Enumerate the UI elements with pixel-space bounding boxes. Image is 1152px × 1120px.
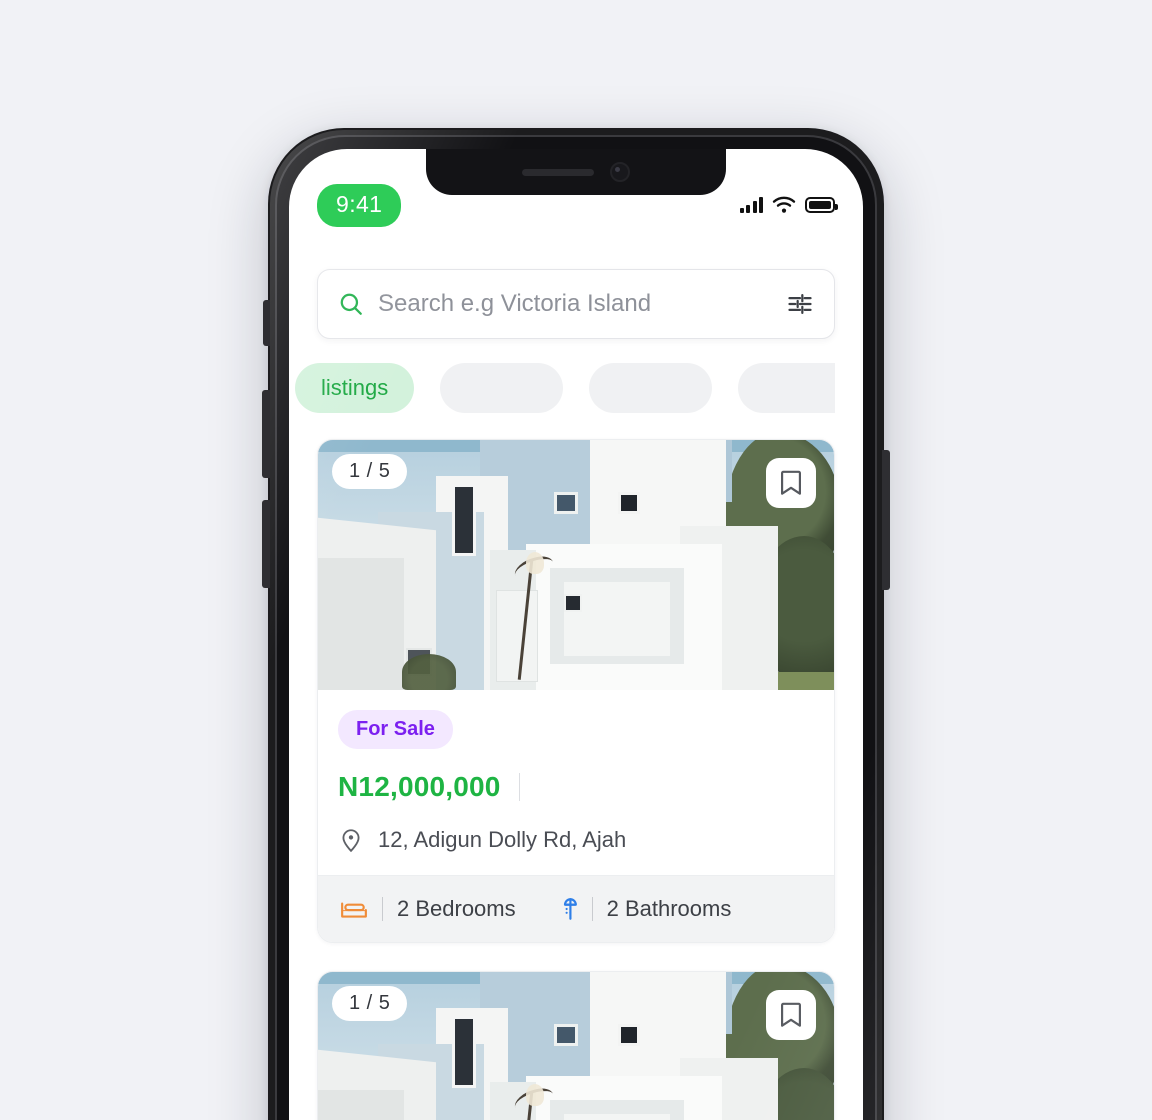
listings-list: 1 / 5 For Sale N12,000,000 12, Adigun Do… [289, 413, 863, 1120]
shower-icon [563, 898, 577, 920]
map-pin-icon [342, 829, 360, 853]
status-badge: For Sale [338, 710, 453, 749]
filter-sliders-icon[interactable] [776, 290, 814, 318]
earpiece-speaker-icon [522, 168, 594, 176]
filter-chip-2[interactable] [440, 363, 564, 413]
listing-address: 12, Adigun Dolly Rd, Ajah [378, 827, 627, 852]
bookmark-icon [781, 1002, 801, 1027]
price-divider [518, 773, 520, 801]
phone-device-frame: 9:41 Search e.g Victoria Island listings… [262, 128, 890, 1120]
wifi-icon [772, 196, 796, 213]
search-input[interactable] [364, 290, 776, 318]
listing-photo[interactable]: 1 / 5 [318, 440, 834, 690]
status-time: 9:41 [317, 183, 402, 227]
filter-chip-4[interactable] [738, 363, 835, 413]
bed-icon [341, 902, 367, 918]
bedrooms-label: 2 Bedrooms [397, 896, 516, 921]
save-listing-button[interactable] [766, 458, 816, 508]
search-section: listings [289, 241, 863, 413]
filter-chip-3[interactable] [589, 363, 713, 413]
filter-chip-label: listings [321, 375, 389, 400]
amenity-divider [591, 897, 593, 921]
listing-card[interactable]: 1 / 5 [317, 971, 835, 1120]
price-row: N12,000,000 [338, 771, 814, 803]
volume-down-button[interactable] [262, 500, 270, 588]
photo-counter-badge: 1 / 5 [332, 986, 408, 1021]
bathrooms-info: 2 Bathrooms [552, 896, 732, 922]
battery-full-icon [805, 197, 838, 213]
front-camera-icon [610, 162, 630, 182]
bathrooms-label: 2 Bathrooms [606, 896, 732, 921]
filter-chips-row[interactable]: listings [295, 339, 835, 413]
amenities-bar: 2 Bedrooms 2 Bathrooms [318, 875, 834, 942]
address-row: 12, Adigun Dolly Rd, Ajah [338, 827, 814, 853]
bookmark-icon [781, 470, 801, 495]
listing-photo[interactable]: 1 / 5 [318, 972, 834, 1120]
page-background: 9:41 Search e.g Victoria Island listings… [0, 0, 1152, 1120]
listing-card[interactable]: 1 / 5 For Sale N12,000,000 12, Adigun Do… [317, 439, 835, 943]
bedrooms-info: 2 Bedrooms [340, 896, 516, 922]
silent-switch-button[interactable] [263, 300, 270, 346]
listing-details: For Sale N12,000,000 12, Adigun Dolly Rd… [318, 690, 834, 875]
filter-chip-listings[interactable]: listings [295, 363, 415, 413]
amenity-divider [382, 897, 383, 921]
cellular-signal-icon [739, 197, 763, 213]
phone-notch [426, 149, 726, 195]
search-icon [340, 293, 362, 315]
volume-up-button[interactable] [262, 390, 270, 478]
search-bar[interactable] [317, 269, 835, 339]
photo-counter-badge: 1 / 5 [332, 454, 408, 489]
app-content: listings [289, 241, 863, 1120]
power-button[interactable] [882, 450, 890, 590]
phone-screen: 9:41 Search e.g Victoria Island listings… [289, 149, 863, 1120]
status-indicators [739, 196, 838, 214]
listing-price: N12,000,000 [338, 771, 501, 802]
save-listing-button[interactable] [766, 990, 816, 1040]
